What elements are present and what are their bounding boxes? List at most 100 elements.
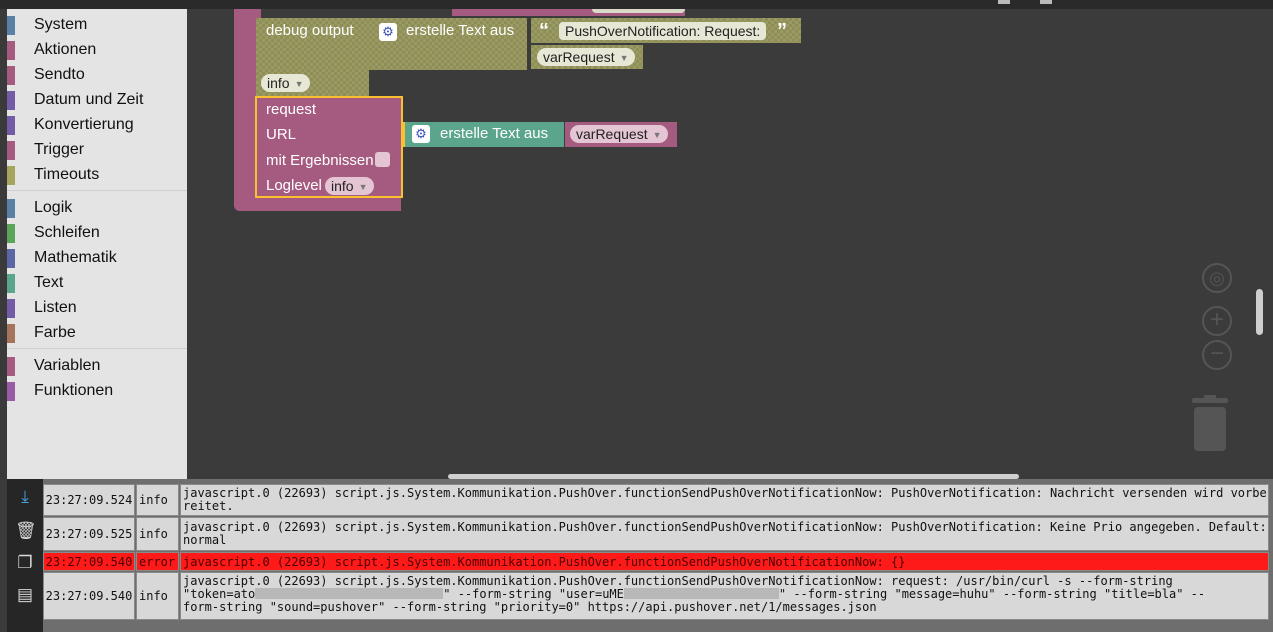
vertical-scrollbar[interactable] [1256,289,1263,335]
left-edge [0,9,7,479]
quote-close-icon: ” [777,20,787,42]
zoom-out-icon[interactable]: − [1202,340,1232,370]
gear-icon[interactable]: ⚙ [379,23,397,41]
category-color-bar [7,249,15,268]
category-label: Text [34,274,64,291]
category-color-bar [7,324,15,343]
category-color-bar [7,382,15,401]
redacted-user [623,588,779,599]
create-text-label: erstelle Text aus [406,22,515,39]
window-control-icon[interactable] [998,0,1010,4]
log-message: javascript.0 (22693) script.js.System.Ko… [180,517,1269,551]
gear-icon[interactable]: ⚙ [412,125,430,143]
string-literal-field[interactable]: PushOverNotification: Request: [559,22,767,40]
log-row: 23:27:09.525 info javascript.0 (22693) s… [43,517,1273,551]
toolbox-category-mathematik[interactable]: Mathematik [7,247,187,269]
trash-icon[interactable] [1190,395,1230,453]
debug-level-value: info [267,75,290,91]
url-variable-dropdown[interactable]: varRequest ▼ [570,125,668,143]
log-message-part: " --form-string "user=uME [443,587,624,601]
zoom-in-icon[interactable]: + [1202,306,1232,336]
toolbox-category-timeouts[interactable]: Timeouts [7,164,187,186]
category-label: Schleifen [34,224,100,241]
log-row: 23:27:09.524 info javascript.0 (22693) s… [43,484,1273,516]
string-literal-value: PushOverNotification: Request: [565,23,761,39]
category-label: Datum und Zeit [34,91,144,108]
loglevel-value: info [331,178,354,194]
log-row: 23:27:09.540 info javascript.0 (22693) s… [43,572,1273,620]
results-checkbox[interactable] [375,152,390,167]
log-time: 23:27:09.540 [43,552,135,571]
toolbox-separator [7,348,187,349]
debug-output-label: debug output [266,22,354,39]
log-message-part: form-string "sound=pushover" --form-stri… [183,600,877,614]
toolbox-category-farbe[interactable]: Farbe [7,322,187,344]
category-label: Trigger [34,141,85,158]
url-label: URL [266,126,297,143]
copy-icon[interactable]: ❐ [15,553,35,573]
toolbox-category-schleifen[interactable]: Schleifen [7,222,187,244]
log-message-part: "token=ato [183,587,256,601]
log-table: 23:27:09.524 info javascript.0 (22693) s… [43,479,1273,632]
category-color-bar [7,357,15,376]
log-level: error [136,552,179,571]
toolbox-category-system[interactable]: System [7,14,187,36]
results-label: mit Ergebnissen [266,152,374,169]
toolbox-category-text[interactable]: Text [7,272,187,294]
category-label: Konvertierung [34,116,134,133]
log-time: 23:27:09.525 [43,517,135,551]
category-color-bar [7,41,15,60]
log-message-part: " --form-string "message=huhu" --form-st… [778,587,1206,601]
toolbox-separator [7,190,187,191]
request-label: request [266,101,317,118]
scroll-to-bottom-icon[interactable]: ⤓ [15,487,35,507]
category-label: Logik [34,199,73,216]
clear-log-icon[interactable]: 🗑 [15,521,37,541]
category-label: Aktionen [34,41,97,58]
toolbox-category-variablen[interactable]: Variablen [7,355,187,377]
top-bar [0,0,1273,9]
window-control-icon[interactable] [1040,0,1052,4]
log-level: info [136,517,179,551]
loglevel-dropdown[interactable]: info ▼ [325,177,374,195]
log-view-icon[interactable]: ▤ [15,585,35,605]
toolbox-category-aktionen[interactable]: Aktionen [7,39,187,61]
log-time: 23:27:09.540 [43,572,135,620]
category-color-bar [7,199,15,218]
log-message: javascript.0 (22693) script.js.System.Ko… [180,484,1269,516]
recenter-icon[interactable]: ◎ [1202,263,1232,293]
variable-dropdown[interactable]: varRequest ▼ [537,48,635,66]
toolbox-category-sendto[interactable]: Sendto [7,64,187,86]
function-block-footer [234,197,401,211]
log-message: javascript.0 (22693) script.js.System.Ko… [180,572,1269,620]
quote-open-icon: “ [539,20,549,42]
blockly-workspace[interactable]: debug output info ▼ ⚙ erstelle Text aus “… [187,9,1273,479]
toolbox-category-datum-und-zeit[interactable]: Datum und Zeit [7,89,187,111]
variable-value: varRequest [543,49,615,65]
category-color-bar [7,91,15,110]
category-color-bar [7,16,15,35]
log-toolbar: ⤓ 🗑 ❐ ▤ [7,479,43,632]
category-label: System [34,16,88,33]
toolbox-category-listen[interactable]: Listen [7,297,187,319]
category-label: Funktionen [34,382,114,399]
log-row-error: 23:27:09.540 error javascript.0 (22693) … [43,552,1273,571]
chevron-down-icon: ▼ [619,53,629,63]
dropdown-partial [592,9,685,13]
url-variable-value: varRequest [576,126,648,142]
toolbox-category-logik[interactable]: Logik [7,197,187,219]
category-color-bar [7,116,15,135]
toolbox-category-funktionen[interactable]: Funktionen [7,380,187,402]
log-time: 23:27:09.524 [43,484,135,516]
loglevel-label: Loglevel [266,177,322,194]
log-message: javascript.0 (22693) script.js.System.Ko… [180,552,1269,571]
debug-level-dropdown[interactable]: info ▼ [261,74,310,92]
category-color-bar [7,141,15,160]
chevron-down-icon: ▼ [652,130,662,140]
chevron-down-icon: ▼ [358,182,368,192]
toolbox-category-trigger[interactable]: Trigger [7,139,187,161]
toolbox-category-konvertierung[interactable]: Konvertierung [7,114,187,136]
redacted-token [255,588,444,599]
url-create-text-label: erstelle Text aus [440,125,549,142]
category-label: Sendto [34,66,85,83]
